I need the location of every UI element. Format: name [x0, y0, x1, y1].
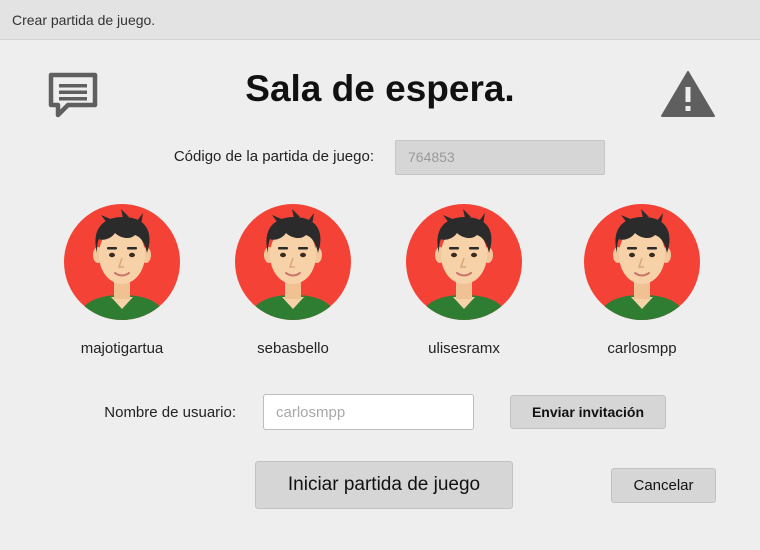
player-card: carlosmpp [567, 203, 717, 357]
player-card: ulisesramx [389, 203, 539, 357]
avatar-icon [234, 203, 352, 321]
send-invitation-button[interactable]: Enviar invitación [510, 395, 666, 429]
player-card: majotigartua [47, 203, 197, 357]
avatar-icon [405, 203, 523, 321]
warning-icon[interactable] [660, 70, 716, 118]
player-name: ulisesramx [428, 340, 500, 357]
start-game-button[interactable]: Iniciar partida de juego [255, 461, 513, 509]
player-name: carlosmpp [607, 340, 677, 357]
avatar-icon [583, 203, 701, 321]
game-code-label: Código de la partida de juego: [173, 148, 374, 165]
player-card: sebasbello [218, 203, 368, 357]
game-code-field: 764853 [395, 140, 605, 175]
player-name: majotigartua [80, 340, 164, 357]
username-input[interactable] [263, 394, 474, 430]
cancel-button[interactable]: Cancelar [611, 468, 716, 503]
player-name: sebasbello [257, 340, 329, 357]
page-title: Sala de espera. [245, 68, 515, 109]
window-title: Crear partida de juego. [0, 0, 760, 40]
username-label: Nombre de usuario: [104, 404, 236, 421]
avatar-icon [63, 203, 181, 321]
